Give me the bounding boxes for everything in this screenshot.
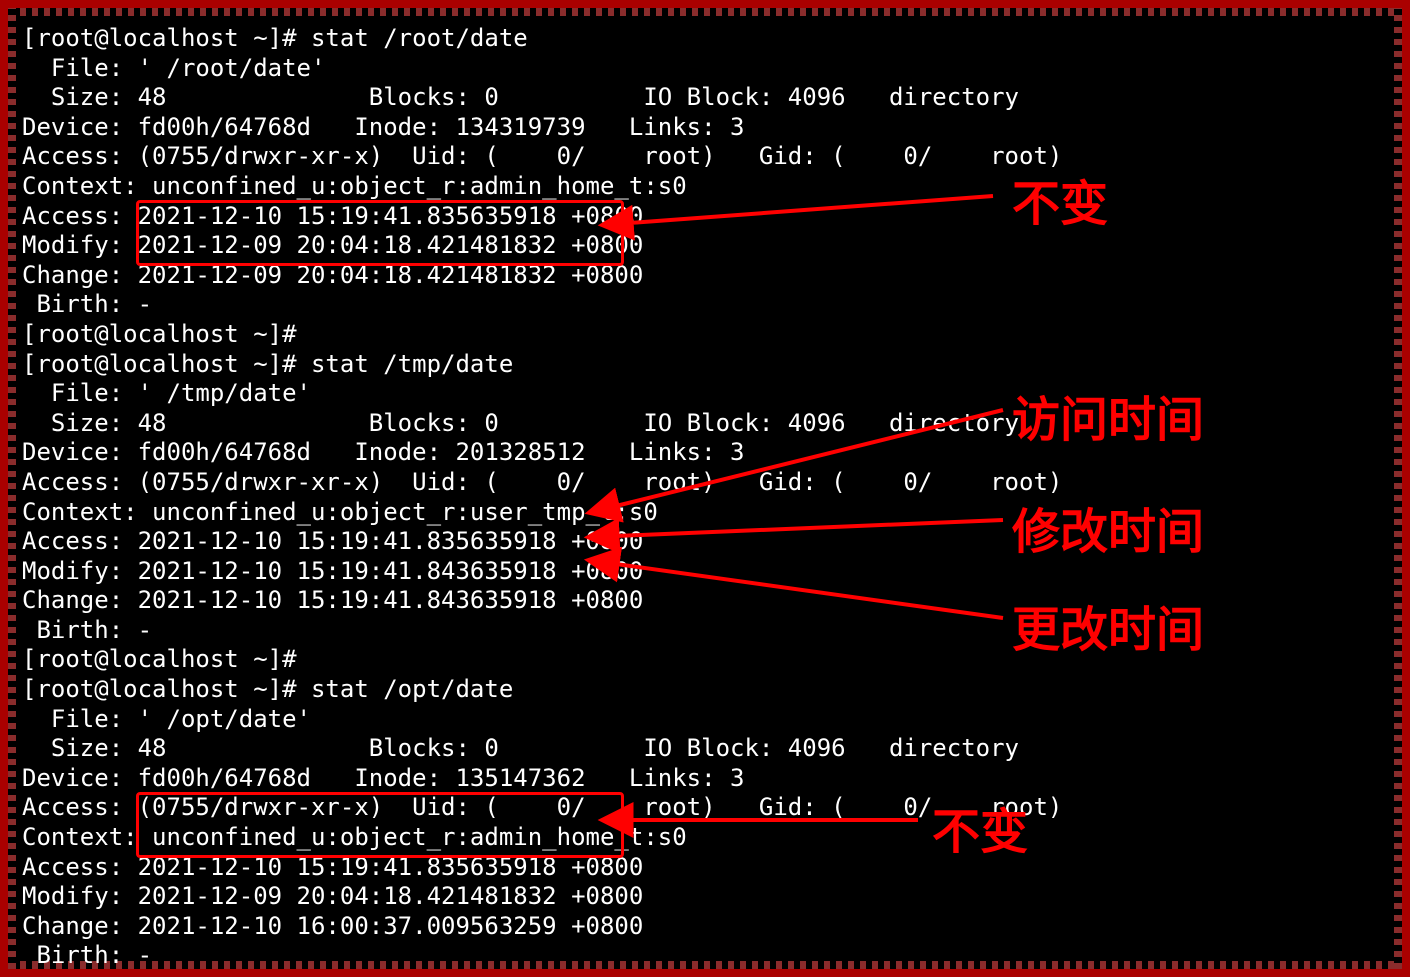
stat-change-time: Change: 2021-12-10 16:00:37.009563259 +0… bbox=[22, 912, 643, 940]
stat-size: Size: 48 Blocks: 0 IO Block: 4096 direct… bbox=[22, 83, 1019, 111]
stat-context: Context: unconfined_u:object_r:user_tmp_… bbox=[22, 498, 658, 526]
stat-perm: Access: (0755/drwxr-xr-x) Uid: ( 0/ root… bbox=[22, 468, 1062, 496]
stat-context: Context: unconfined_u:object_r:admin_hom… bbox=[22, 823, 687, 851]
prompt: [root@localhost ~]# bbox=[22, 675, 311, 703]
stat-file: File: ' /tmp/date' bbox=[22, 379, 311, 407]
annotation-change-time: 更改时间 bbox=[1012, 590, 1204, 660]
command: stat /opt/date bbox=[311, 675, 513, 703]
stat-modify-time: Modify: 2021-12-09 20:04:18.421481832 +0… bbox=[22, 231, 643, 259]
stat-size: Size: 48 Blocks: 0 IO Block: 4096 direct… bbox=[22, 734, 1019, 762]
terminal-output: [root@localhost ~]# stat /root/date File… bbox=[22, 24, 1388, 955]
annotation-access-time: 访问时间 bbox=[1012, 380, 1204, 450]
stat-access-time: Access: 2021-12-10 15:19:41.835635918 +0… bbox=[22, 202, 643, 230]
stat-modify-time: Modify: 2021-12-09 20:04:18.421481832 +0… bbox=[22, 882, 643, 910]
command: stat /root/date bbox=[311, 24, 528, 52]
stat-change-time: Change: 2021-12-10 15:19:41.843635918 +0… bbox=[22, 586, 643, 614]
stat-file: File: ' /root/date' bbox=[22, 54, 325, 82]
stat-perm: Access: (0755/drwxr-xr-x) Uid: ( 0/ root… bbox=[22, 793, 1062, 821]
terminal-frame: [root@localhost ~]# stat /root/date File… bbox=[0, 0, 1410, 977]
prompt: [root@localhost ~]# bbox=[22, 320, 297, 348]
stat-access-time: Access: 2021-12-10 15:19:41.835635918 +0… bbox=[22, 853, 643, 881]
stat-birth: Birth: - bbox=[22, 941, 152, 969]
stat-access-time: Access: 2021-12-10 15:19:41.835635918 +0… bbox=[22, 527, 643, 555]
command: stat /tmp/date bbox=[311, 350, 513, 378]
stat-size: Size: 48 Blocks: 0 IO Block: 4096 direct… bbox=[22, 409, 1019, 437]
stat-modify-time: Modify: 2021-12-10 15:19:41.843635918 +0… bbox=[22, 557, 643, 585]
stat-birth: Birth: - bbox=[22, 290, 152, 318]
stat-device: Device: fd00h/64768d Inode: 134319739 Li… bbox=[22, 113, 744, 141]
annotation-unchanged: 不变 bbox=[932, 792, 1028, 862]
prompt: [root@localhost ~]# bbox=[22, 645, 297, 673]
stat-context: Context: unconfined_u:object_r:admin_hom… bbox=[22, 172, 687, 200]
stat-device: Device: fd00h/64768d Inode: 201328512 Li… bbox=[22, 438, 744, 466]
stat-birth: Birth: - bbox=[22, 616, 152, 644]
stat-change-time: Change: 2021-12-09 20:04:18.421481832 +0… bbox=[22, 261, 643, 289]
stat-file: File: ' /opt/date' bbox=[22, 705, 311, 733]
annotation-unchanged: 不变 bbox=[1012, 164, 1108, 234]
annotation-modify-time: 修改时间 bbox=[1012, 492, 1204, 562]
stat-device: Device: fd00h/64768d Inode: 135147362 Li… bbox=[22, 764, 744, 792]
prompt: [root@localhost ~]# bbox=[22, 24, 311, 52]
prompt: [root@localhost ~]# bbox=[22, 350, 311, 378]
stat-perm: Access: (0755/drwxr-xr-x) Uid: ( 0/ root… bbox=[22, 142, 1062, 170]
